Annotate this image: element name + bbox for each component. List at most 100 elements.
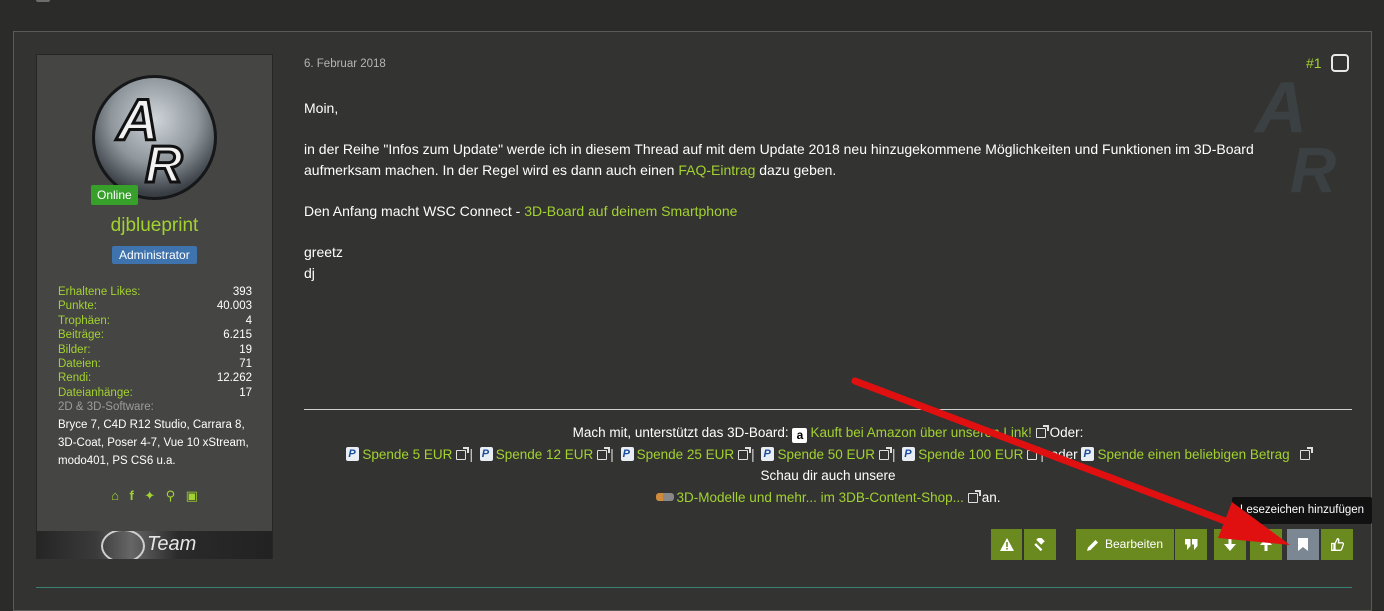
stat-row: Trophäen: 4 bbox=[58, 314, 252, 328]
amazon-link[interactable]: Kauft bei Amazon über unseren Link! bbox=[810, 425, 1031, 440]
stat-label[interactable]: Beiträge: bbox=[58, 328, 104, 342]
signature: Mach mit, unterstützt das 3D-Board: a Kau… bbox=[304, 422, 1352, 508]
team-banner: Team bbox=[37, 531, 272, 559]
paypal-icon bbox=[761, 446, 775, 461]
bookmark-tooltip: Lesezeichen hinzufügen bbox=[1232, 497, 1373, 524]
stat-label[interactable]: Rendi: bbox=[58, 371, 91, 385]
stat-value: 17 bbox=[239, 386, 252, 399]
stat-value: 19 bbox=[239, 343, 252, 356]
page-icon bbox=[36, 0, 50, 2]
stat-label[interactable]: Bilder: bbox=[58, 343, 91, 357]
external-link-icon bbox=[597, 446, 611, 460]
stat-row: Rendi: 12.262 bbox=[58, 371, 252, 385]
stat-row: Erhaltene Likes: 393 bbox=[58, 285, 252, 299]
paypal-icon bbox=[1081, 446, 1095, 461]
external-link-icon bbox=[1299, 446, 1313, 460]
like-button[interactable] bbox=[1321, 529, 1353, 560]
quote-button[interactable] bbox=[1175, 529, 1207, 560]
stat-value: 393 bbox=[232, 286, 252, 298]
paragraph-2: Den Anfang macht WSC Connect - 3D-Board … bbox=[304, 201, 1334, 222]
shop-link[interactable]: 3D-Modelle und mehr... im 3DB-Content-Sh… bbox=[677, 490, 964, 505]
bookmark-button[interactable] bbox=[1287, 529, 1319, 560]
external-link-icon bbox=[967, 489, 981, 503]
external-link-icon bbox=[879, 446, 893, 460]
gavel-icon bbox=[1034, 536, 1045, 552]
author-sidebar: A R Online djblueprint Administrator Erh… bbox=[36, 54, 273, 559]
stat-label[interactable]: Erhaltene Likes: bbox=[58, 285, 140, 299]
stat-label[interactable]: Dateien: bbox=[58, 357, 101, 371]
external-link-icon bbox=[1035, 425, 1049, 438]
report-button[interactable] bbox=[991, 529, 1022, 560]
online-badge: Online bbox=[91, 185, 138, 205]
external-link-icon bbox=[1027, 446, 1041, 460]
stat-row: Punkte: 40.003 bbox=[58, 299, 252, 313]
donation-link[interactable]: Spende 100 EUR bbox=[918, 447, 1023, 462]
scroll-down-button[interactable] bbox=[1214, 529, 1246, 560]
signature-text: Mach mit, unterstützt das 3D-Board: bbox=[572, 425, 789, 440]
moderate-button[interactable] bbox=[1024, 529, 1056, 560]
quote-icon bbox=[1184, 539, 1197, 551]
twitter-icon[interactable]: ✦ bbox=[144, 488, 155, 504]
donation-link[interactable]: Spende 12 EUR bbox=[496, 447, 594, 462]
stat-row: Beiträge: 6.215 bbox=[58, 328, 252, 342]
signature-line-1: Mach mit, unterstützt das 3D-Board: a Kau… bbox=[304, 422, 1352, 444]
paragraph-text: Den Anfang macht WSC Connect - bbox=[304, 203, 525, 219]
software-label: 2D & 3D-Software: bbox=[58, 401, 154, 414]
arrow-up-icon bbox=[1260, 538, 1272, 552]
svg-text:R: R bbox=[145, 136, 183, 194]
avatar[interactable]: A R bbox=[92, 75, 217, 200]
location-icon[interactable]: ⚲ bbox=[166, 488, 176, 504]
signature-text: oder bbox=[1050, 446, 1078, 462]
edit-button[interactable]: Bearbeiten bbox=[1076, 529, 1174, 560]
forum-post: A R Online djblueprint Administrator Erh… bbox=[13, 31, 1373, 611]
edit-label: Bearbeiten bbox=[1104, 537, 1164, 551]
smartphone-link[interactable]: 3D-Board auf deinem Smartphone bbox=[524, 203, 737, 219]
arrow-down-icon bbox=[1224, 538, 1236, 552]
paragraph-1: in der Reihe "Infos zum Update" werde ic… bbox=[304, 139, 1334, 181]
paypal-icon bbox=[902, 446, 916, 461]
post-date[interactable]: 6. Februar 2018 bbox=[304, 58, 386, 70]
signature-text: an. bbox=[981, 489, 1001, 505]
signature-line-3: Schau dir auch unsere bbox=[760, 468, 896, 483]
top-strip bbox=[0, 0, 1384, 30]
signature-line-2: Spende 5 EUR| Spende 12 EUR| Spende 25 E… bbox=[304, 444, 1352, 466]
stat-value: 6.215 bbox=[223, 329, 252, 342]
software-value: Bryce 7, C4D R12 Studio, Carrara 8, 3D-C… bbox=[58, 419, 249, 468]
gift-icon[interactable]: ▣ bbox=[186, 488, 198, 504]
faq-link[interactable]: FAQ-Eintrag bbox=[678, 162, 755, 178]
team-logo-icon bbox=[101, 531, 145, 559]
social-links: ⌂ f ✦ ⚲ ▣ bbox=[37, 487, 272, 505]
author-name[interactable]: djblueprint bbox=[37, 215, 272, 237]
greeting: Moin, bbox=[304, 100, 339, 116]
shop-icon bbox=[655, 492, 674, 501]
stat-label[interactable]: Trophäen: bbox=[58, 314, 110, 328]
stat-label[interactable]: Punkte: bbox=[58, 299, 97, 313]
paypal-icon bbox=[346, 446, 360, 461]
facebook-icon[interactable]: f bbox=[129, 488, 133, 503]
paypal-icon bbox=[620, 446, 634, 461]
signature-text: Oder: bbox=[1049, 425, 1084, 440]
bookmark-icon bbox=[1298, 538, 1308, 552]
closing: greetz dj bbox=[304, 242, 1334, 284]
home-icon[interactable]: ⌂ bbox=[111, 488, 119, 503]
donation-link[interactable]: Spende 50 EUR bbox=[777, 447, 875, 462]
paragraph-text: dazu geben. bbox=[755, 162, 837, 178]
amazon-icon: a bbox=[792, 428, 808, 443]
scroll-up-button[interactable] bbox=[1250, 529, 1282, 560]
donation-link[interactable]: Spende 25 EUR bbox=[637, 447, 735, 462]
role-badge: Administrator bbox=[112, 246, 197, 264]
signature-divider bbox=[304, 409, 1352, 410]
stat-label[interactable]: Dateianhänge: bbox=[58, 386, 133, 400]
stat-value: 71 bbox=[239, 357, 252, 370]
external-link-icon bbox=[456, 446, 470, 460]
team-banner-text: Team bbox=[147, 533, 197, 555]
closing-line: dj bbox=[304, 265, 315, 281]
donation-link-any[interactable]: Spende einen beliebigen Betrag bbox=[1097, 447, 1289, 462]
stat-value: 4 bbox=[245, 314, 252, 327]
author-stats: Erhaltene Likes: 393 Punkte: 40.003 Trophä… bbox=[58, 285, 252, 470]
stat-row: Dateien: 71 bbox=[58, 357, 252, 371]
donation-link[interactable]: Spende 5 EUR bbox=[362, 447, 452, 462]
stat-value: 40.003 bbox=[216, 300, 252, 313]
paypal-icon bbox=[479, 446, 493, 461]
post-separator bbox=[36, 587, 1352, 588]
